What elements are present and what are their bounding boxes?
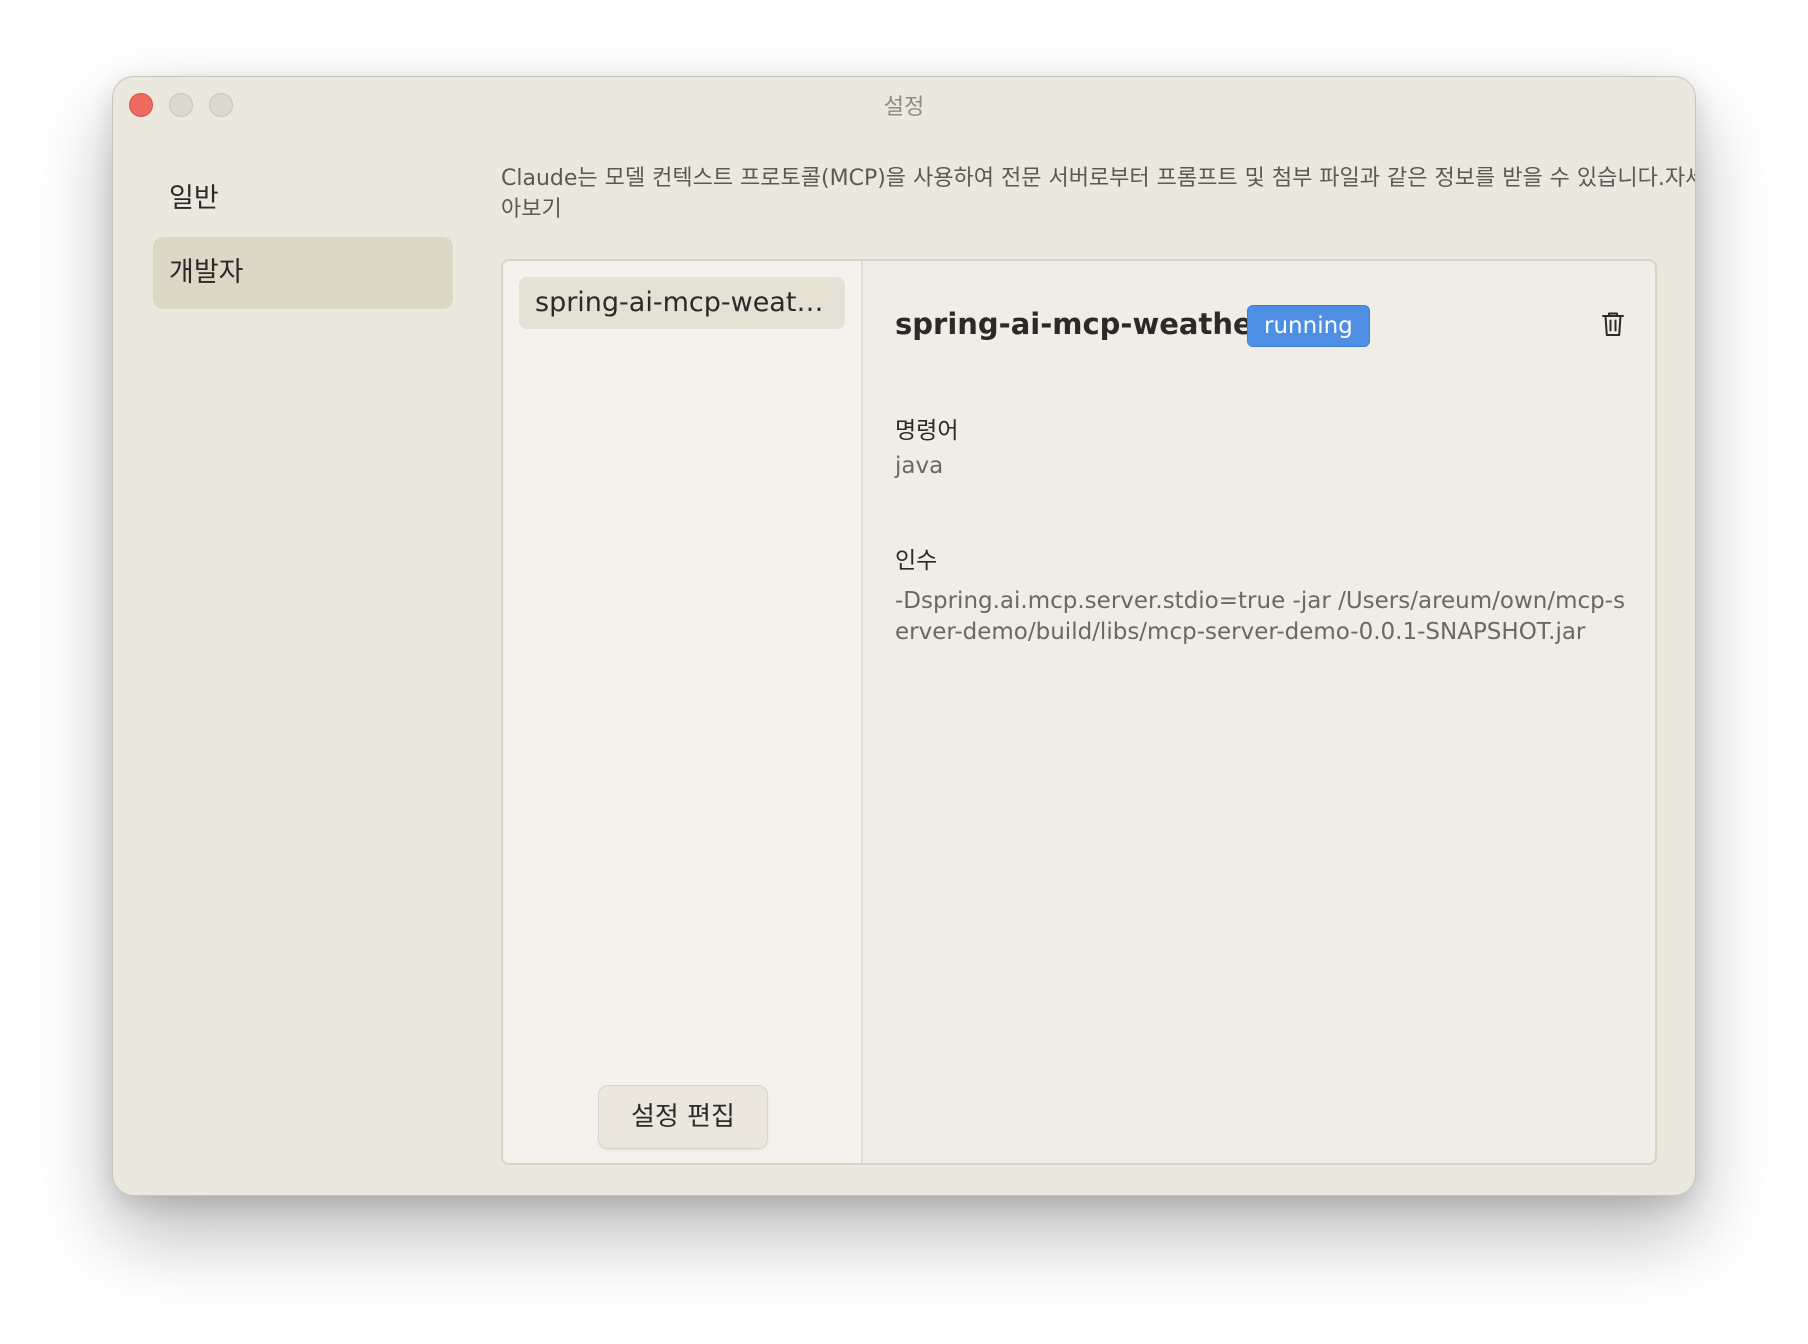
mcp-description-text: Claude는 모델 컨텍스트 프로토콜(MCP)을 사용하여 전문 서버로부터… xyxy=(501,166,1665,191)
server-detail-title: spring-ai-mcp-weather xyxy=(895,307,1267,341)
window-title: 설정 xyxy=(883,95,925,120)
trash-icon[interactable] xyxy=(1601,311,1625,337)
mcp-servers-panel: spring-ai-mcp-weather 설정 편집 spring-ai-mc… xyxy=(501,259,1657,1165)
args-label: 인수 xyxy=(895,548,938,574)
sidebar-item-developer[interactable]: 개발자 xyxy=(153,237,453,309)
command-label: 명령어 xyxy=(895,418,959,444)
server-list-item[interactable]: spring-ai-mcp-weather xyxy=(519,277,845,329)
mcp-description: Claude는 모델 컨텍스트 프로토콜(MCP)을 사용하여 전문 서버로부터… xyxy=(501,163,1695,225)
args-value: -Dspring.ai.mcp.server.stdio=true -jar /… xyxy=(895,588,1626,645)
edit-config-button[interactable]: 설정 편집 xyxy=(598,1085,768,1149)
server-list: spring-ai-mcp-weather 설정 편집 xyxy=(503,261,863,1163)
server-detail: spring-ai-mcp-weather running 명령어 java 인… xyxy=(863,261,1655,1163)
sidebar-item-general[interactable]: 일반 xyxy=(153,163,453,235)
command-value: java xyxy=(895,453,944,479)
settings-window: 설정 일반 개발자 Claude는 모델 컨텍스트 프로토콜(MCP)을 사용하… xyxy=(112,76,1696,1196)
status-badge: running xyxy=(1247,305,1370,347)
